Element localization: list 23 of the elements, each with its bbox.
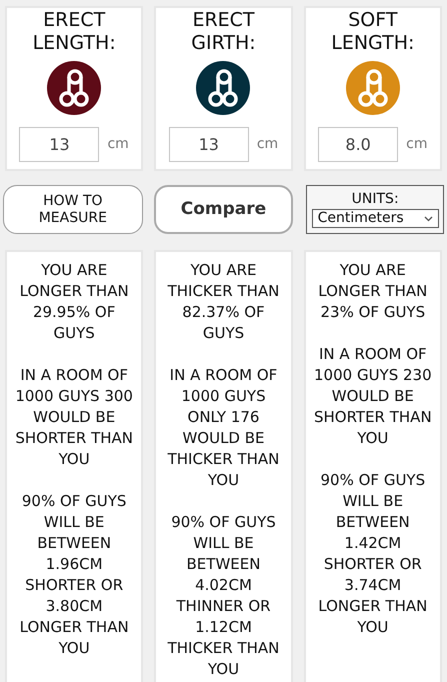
result-text: YOU ARE LONGER THAN 29.95% OF GUYS bbox=[18, 260, 130, 344]
measure-input[interactable]: 13 bbox=[19, 127, 100, 162]
compare-button[interactable]: Compare bbox=[154, 185, 294, 234]
result-text: 90% OF GUYS WILL BE BETWEEN 1.96CM SHORTER OR 3.80CM LONGER THAN YOU bbox=[18, 491, 130, 659]
chevron-down-icon bbox=[424, 216, 433, 222]
measure-label: ERECT GIRTH: bbox=[190, 9, 257, 55]
result-text: 90% OF GUYS WILL BE BETWEEN 1.42CM SHORTER OR 3.74CM LONGER THAN YOU bbox=[317, 470, 428, 638]
units-dropdown[interactable]: Centimeters bbox=[312, 209, 439, 228]
result-text: IN A ROOM OF 1000 GUYS 300 WOULD BE SHORTER THAN YOU bbox=[14, 365, 134, 470]
result-text: YOU ARE LONGER THAN 23% OF GUYS bbox=[317, 260, 428, 323]
how-to-measure-button[interactable]: HOW TO MEASURE bbox=[3, 185, 143, 234]
unit-label: cm bbox=[406, 135, 428, 154]
result-text: IN A ROOM OF 1000 GUYS ONLY 176 WOULD BE THICKER THAN YOU bbox=[166, 365, 280, 491]
measure-input[interactable]: 8.0 bbox=[318, 127, 398, 162]
measure-label: SOFT LENGTH: bbox=[330, 9, 416, 55]
unit-label: cm bbox=[256, 135, 278, 154]
result-text: 90% OF GUYS WILL BE BETWEEN 4.02CM THINNER OR 1.12CM THICKER THAN YOU bbox=[166, 512, 280, 680]
measure-input[interactable]: 13 bbox=[168, 127, 249, 162]
units-label: UNITS: bbox=[352, 191, 399, 207]
result-text: IN A ROOM OF 1000 GUYS 230 WOULD BE SHORTER THAN YOU bbox=[312, 344, 433, 449]
unit-label: cm bbox=[107, 135, 129, 154]
measure-label: ERECT LENGTH: bbox=[32, 9, 117, 55]
result-text: YOU ARE THICKER THAN 82.37% OF GUYS bbox=[166, 260, 280, 344]
